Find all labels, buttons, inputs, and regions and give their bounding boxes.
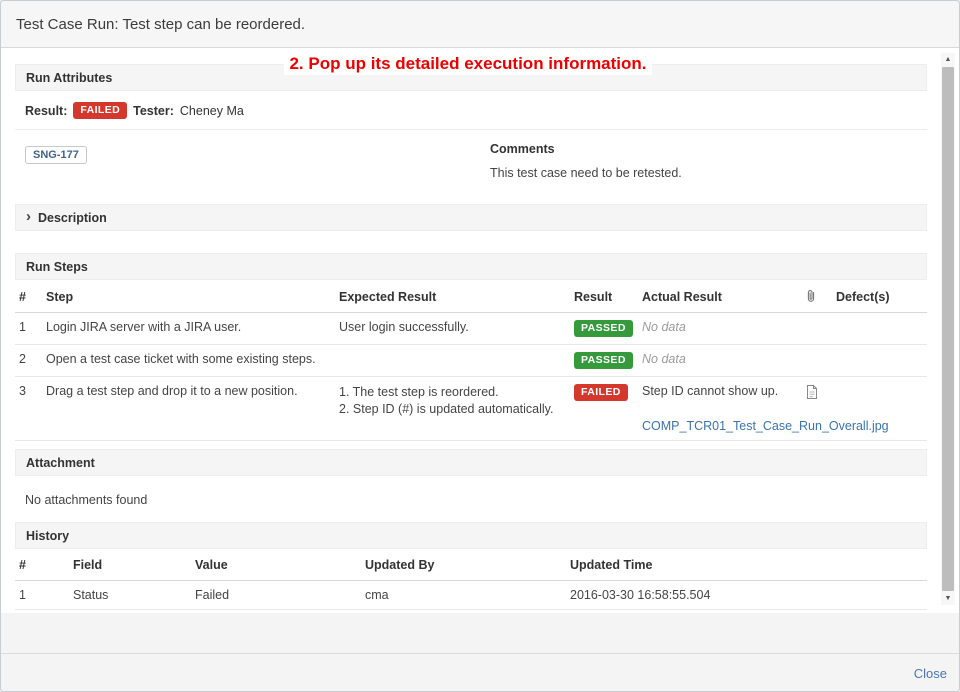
attachment-section-header: Attachment [15, 449, 927, 476]
no-attachments-text: No attachments found [15, 476, 927, 522]
history-value: Failed [191, 581, 361, 610]
attachment-file-link[interactable]: COMP_TCR01_Test_Case_Run_Overall.jpg [642, 419, 889, 433]
expected-result-line1: 1. The test step is reordered. [339, 384, 566, 401]
scrollbar-thumb[interactable] [942, 67, 954, 591]
passed-badge: PASSED [574, 352, 633, 369]
run-steps-section-header: Run Steps [15, 253, 927, 280]
history-updated-time: 2016-03-30 16:58:52.178 [566, 610, 927, 614]
actual-result: Step ID cannot show up. [642, 384, 797, 398]
col-updated-time: Updated Time [566, 549, 927, 581]
vertical-scrollbar[interactable]: ▲ ▼ [941, 53, 955, 605]
description-section-header[interactable]: › Description [15, 204, 927, 231]
result-failed-badge: FAILED [73, 102, 127, 119]
expected-result-line2: 2. Step ID (#) is updated automatically. [339, 401, 566, 418]
table-row: 2 Status Not Tested cma 2016-03-30 16:58… [15, 610, 927, 614]
scroll-up-arrow-icon[interactable]: ▲ [941, 53, 955, 66]
run-attributes-title: Run Attributes [26, 71, 112, 85]
test-case-run-dialog: Test Case Run: Test step can be reordere… [0, 0, 960, 692]
step-text: Open a test case ticket with some existi… [42, 345, 335, 377]
attributes-columns: SNG-177 Comments This test case need to … [15, 130, 927, 196]
dialog-header: Test Case Run: Test step can be reordere… [1, 1, 959, 48]
run-steps-table: # Step Expected Result Result Actual Res… [15, 280, 927, 441]
dialog-bottom-strip [1, 613, 959, 653]
document-attachment-icon[interactable] [805, 384, 828, 400]
chevron-right-icon: › [26, 209, 31, 224]
col-result: Result [570, 280, 638, 313]
issue-key-link[interactable]: SNG-177 [25, 146, 87, 164]
history-updated-by: cma [361, 610, 566, 614]
step-num: 2 [15, 345, 42, 377]
col-updated-by: Updated By [361, 549, 566, 581]
step-text: Drag a test step and drop it to a new po… [42, 377, 335, 441]
failed-badge: FAILED [574, 384, 628, 401]
comments-label: Comments [490, 142, 917, 156]
dialog-footer: Close [1, 653, 959, 692]
col-step: Step [42, 280, 335, 313]
description-title: Description [38, 211, 107, 225]
actual-result: No data [638, 313, 801, 345]
history-title: History [26, 529, 69, 543]
history-section-header: History [15, 522, 927, 549]
attachment-title: Attachment [26, 456, 95, 470]
history-field: Status [69, 610, 191, 614]
expected-result: User login successfully. [335, 313, 570, 345]
table-row: 2 Open a test case ticket with some exis… [15, 345, 927, 377]
run-steps-header-row: # Step Expected Result Result Actual Res… [15, 280, 927, 313]
history-updated-time: 2016-03-30 16:58:55.504 [566, 581, 927, 610]
step-text: Login JIRA server with a JIRA user. [42, 313, 335, 345]
close-button[interactable]: Close [914, 666, 947, 681]
col-actual: Actual Result [638, 280, 801, 313]
history-num: 1 [15, 581, 69, 610]
table-row: 1 Status Failed cma 2016-03-30 16:58:55.… [15, 581, 927, 610]
actual-result: No data [638, 345, 801, 377]
result-line: Result: FAILED Tester: Cheney Ma [15, 91, 927, 130]
run-steps-title: Run Steps [26, 260, 88, 274]
table-row: 3 Drag a test step and drop it to a new … [15, 377, 927, 441]
expected-result [335, 345, 570, 377]
history-header-row: # Field Value Updated By Updated Time [15, 549, 927, 581]
tester-label: Tester: [133, 104, 174, 118]
history-num: 2 [15, 610, 69, 614]
col-value: Value [191, 549, 361, 581]
dialog-body: Run Attributes Result: FAILED Tester: Ch… [1, 48, 959, 613]
dialog-title: Test Case Run: Test step can be reordere… [16, 16, 305, 33]
step-num: 3 [15, 377, 42, 441]
comments-text: This test case need to be retested. [490, 166, 917, 180]
history-table: # Field Value Updated By Updated Time 1 … [15, 549, 927, 613]
passed-badge: PASSED [574, 320, 633, 337]
col-expected: Expected Result [335, 280, 570, 313]
result-label: Result: [25, 104, 67, 118]
scroll-down-arrow-icon[interactable]: ▼ [941, 592, 955, 605]
tester-value: Cheney Ma [180, 104, 244, 118]
col-num: # [15, 280, 42, 313]
col-num: # [15, 549, 69, 581]
col-defects: Defect(s) [832, 280, 927, 313]
history-updated-by: cma [361, 581, 566, 610]
history-field: Status [69, 581, 191, 610]
step-num: 1 [15, 313, 42, 345]
col-field: Field [69, 549, 191, 581]
table-row: 1 Login JIRA server with a JIRA user. Us… [15, 313, 927, 345]
paperclip-icon [801, 280, 832, 313]
history-value: Not Tested [191, 610, 361, 614]
run-attributes-section-header: Run Attributes [15, 64, 927, 91]
